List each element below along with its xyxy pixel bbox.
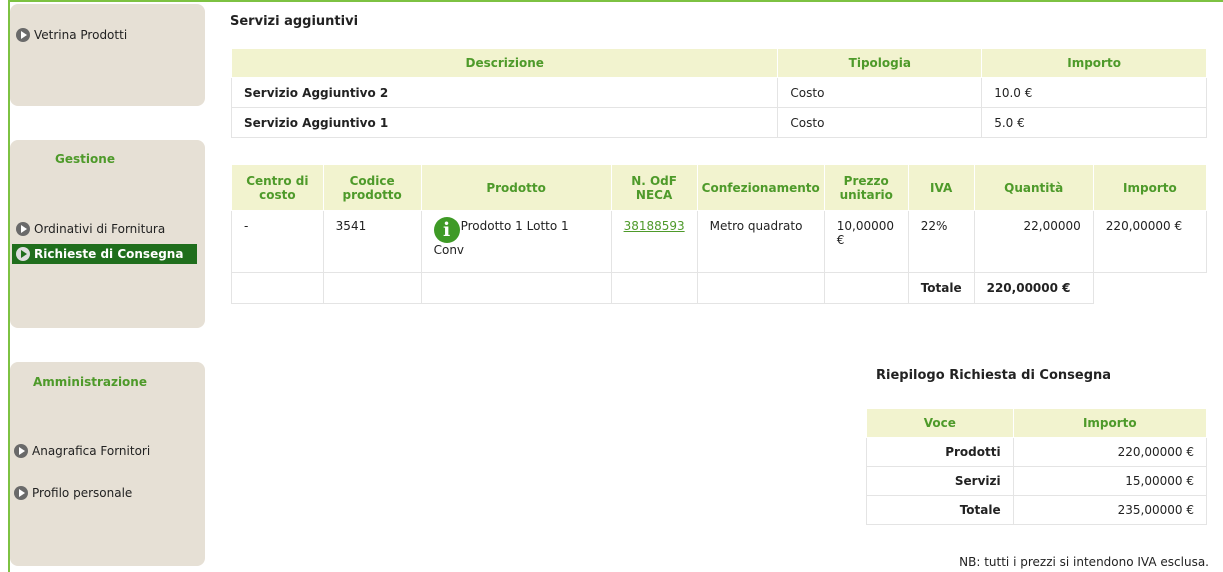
table-header-row: Descrizione Tipologia Importo (230, 48, 1207, 78)
column-header: IVA (907, 164, 975, 211)
arrow-right-icon (16, 247, 30, 261)
cell-empty (823, 272, 909, 304)
column-header: Confezionamento (696, 164, 825, 211)
sidebar-box-vetrina: Vetrina Prodotti (10, 4, 205, 106)
column-header: Prodotto (420, 164, 612, 211)
cell-voce: Prodotti (866, 437, 1014, 467)
total-label: Totale (907, 272, 975, 304)
cell-empty (231, 272, 324, 304)
sidebar-item-label: Profilo personale (32, 486, 133, 500)
cell-descrizione: Servizio Aggiuntivo 2 (230, 77, 779, 108)
cell-importo: 235,00000 € (1012, 495, 1208, 525)
cell-prezzo-unitario: 10,00000 € (823, 210, 909, 273)
cell-voce: Totale (866, 495, 1014, 525)
cell-empty (322, 272, 422, 304)
column-header: Prezzo unitario (823, 164, 909, 211)
cell-importo: 5.0 € (981, 107, 1207, 138)
cell-iva: 22% (907, 210, 975, 273)
arrow-right-icon (14, 444, 28, 458)
sidebar-item-anagrafica-fornitori[interactable]: Anagrafica Fornitori (14, 444, 150, 458)
cell-centro-costo: - (231, 210, 324, 273)
prodotti-table: Centro di costo Codice prodotto Prodotto… (231, 164, 1208, 304)
arrow-right-icon (14, 486, 28, 500)
table-row: - 3541 i Prodotto 1 Lotto 1 Conv 38188593… (231, 210, 1208, 273)
column-header: Quantità (973, 164, 1094, 211)
table-header-row: Centro di costo Codice prodotto Prodotto… (231, 164, 1208, 211)
price-note: NB: tutti i prezzi si intendono IVA escl… (959, 555, 1209, 569)
table-row: Prodotti 220,00000 € (866, 437, 1208, 467)
cell-empty (610, 272, 698, 304)
table-row: Totale 235,00000 € (866, 495, 1208, 525)
table-row: Servizi 15,00000 € (866, 466, 1208, 496)
table-header-row: Voce Importo (866, 408, 1208, 438)
column-header: Tipologia (777, 48, 983, 78)
section-title-riepilogo: Riepilogo Richiesta di Consegna (876, 368, 1112, 383)
column-header: Importo (1012, 408, 1208, 438)
cell-descrizione: Servizio Aggiuntivo 1 (230, 107, 779, 138)
table-total-row: Totale 220,00000 € (231, 272, 1207, 304)
info-icon[interactable]: i (433, 217, 460, 243)
cell-empty (696, 272, 825, 304)
column-header: Voce (866, 408, 1014, 438)
cell-quantita: 22,00000 (973, 210, 1094, 273)
sidebar-item-profilo-personale[interactable]: Profilo personale (14, 486, 132, 500)
cell-codice-prodotto: 3541 (322, 210, 422, 273)
arrow-right-icon (16, 28, 30, 42)
cell-empty (420, 272, 612, 304)
sidebar-item-label: Anagrafica Fornitori (32, 444, 151, 458)
section-title-servizi: Servizi aggiuntivi (230, 14, 359, 29)
cell-tipologia: Costo (777, 77, 983, 108)
sidebar-item-label: Ordinativi di Fornitura (34, 222, 166, 236)
sidebar-item-vetrina-prodotti[interactable]: Vetrina Prodotti (16, 28, 127, 42)
total-value: 220,00000 € (973, 272, 1094, 304)
frame-border-top (8, 0, 1223, 2)
column-header: Codice prodotto (322, 164, 422, 211)
cell-confezionamento: Metro quadrato (696, 210, 825, 273)
column-header: N. OdF NECA (610, 164, 698, 211)
sidebar-item-ordinativi[interactable]: Ordinativi di Fornitura (16, 222, 165, 236)
table-row: Servizio Aggiuntivo 1 Costo 5.0 € (230, 107, 1207, 138)
cell-empty (1093, 273, 1206, 304)
cell-voce: Servizi (866, 466, 1014, 496)
cell-importo: 10.0 € (981, 77, 1207, 108)
arrow-right-icon (16, 222, 30, 236)
riepilogo-table: Voce Importo Prodotti 220,00000 € Serviz… (866, 408, 1208, 525)
cell-importo: 220,00000 € (1012, 437, 1208, 467)
column-header: Importo (1092, 164, 1208, 211)
sidebar-box-gestione: Gestione Ordinativi di Fornitura Richies… (10, 140, 205, 328)
cell-prodotto: i Prodotto 1 Lotto 1 Conv (420, 210, 612, 273)
cell-importo: 220,00000 € (1092, 210, 1208, 273)
sidebar-box-amministrazione: Amministrazione Anagrafica Fornitori Pro… (10, 362, 205, 566)
servizi-table: Descrizione Tipologia Importo Servizio A… (230, 48, 1207, 138)
sidebar-item-label: Richieste di Consegna (34, 247, 184, 261)
sidebar-section-title: Gestione (55, 152, 115, 166)
sidebar-section-title: Amministrazione (33, 375, 147, 389)
cell-tipologia: Costo (777, 107, 983, 138)
cell-importo: 15,00000 € (1012, 466, 1208, 496)
odf-link[interactable]: 38188593 (624, 219, 685, 233)
sidebar-item-label: Vetrina Prodotti (34, 28, 128, 42)
sidebar-item-richieste-consegna[interactable]: Richieste di Consegna (12, 244, 198, 264)
column-header: Descrizione (230, 48, 779, 78)
column-header: Importo (981, 48, 1207, 78)
column-header: Centro di costo (231, 164, 324, 211)
table-row: Servizio Aggiuntivo 2 Costo 10.0 € (230, 77, 1207, 108)
cell-odf: 38188593 (610, 210, 698, 273)
